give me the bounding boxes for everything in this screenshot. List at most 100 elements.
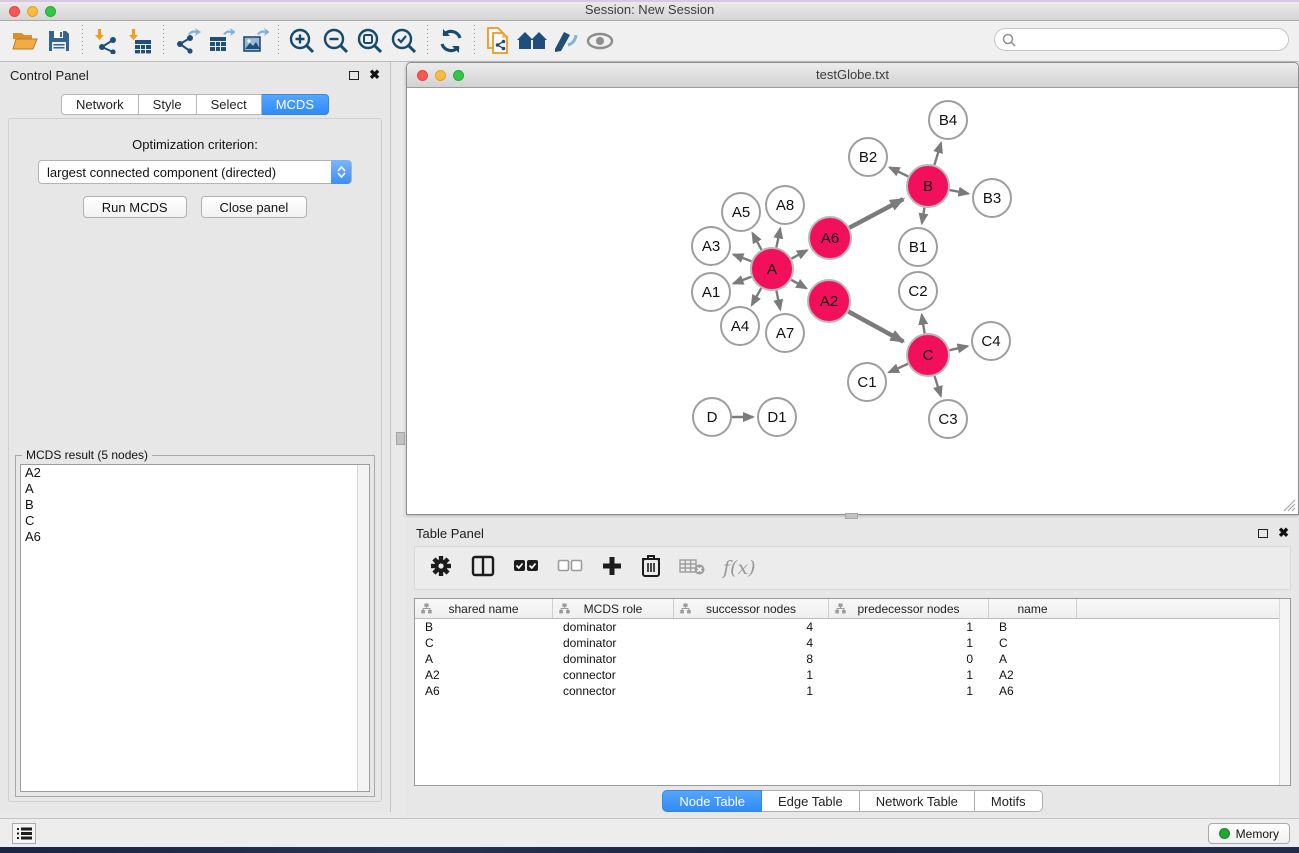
- node-C2[interactable]: C2: [899, 272, 937, 310]
- result-item[interactable]: C: [21, 513, 369, 529]
- node-A8[interactable]: A8: [766, 186, 804, 224]
- node-B1[interactable]: B1: [899, 228, 937, 266]
- edge-A2-C[interactable]: [848, 312, 903, 342]
- table-row[interactable]: Cdominator41C: [415, 635, 1290, 651]
- close-panel-button[interactable]: Close panel: [201, 196, 308, 218]
- edge-B-B2[interactable]: [890, 167, 909, 176]
- close-panel-icon[interactable]: ✖: [369, 70, 380, 80]
- close-window-button[interactable]: [9, 6, 20, 17]
- result-item[interactable]: B: [21, 497, 369, 513]
- refresh-icon[interactable]: [434, 24, 468, 58]
- panel-list-button[interactable]: [12, 823, 36, 844]
- float-panel-icon[interactable]: [349, 71, 359, 80]
- close-network-button[interactable]: [417, 70, 428, 81]
- edge-A6-B[interactable]: [849, 199, 903, 228]
- edge-C-C2[interactable]: [922, 315, 925, 334]
- resize-grip-icon[interactable]: [1283, 499, 1296, 512]
- node-C1[interactable]: C1: [848, 363, 886, 401]
- splitter-handle[interactable]: [845, 513, 858, 519]
- edge-C-C3[interactable]: [935, 376, 941, 396]
- result-item[interactable]: A: [21, 481, 369, 497]
- result-item[interactable]: A2: [21, 465, 369, 481]
- node-D1[interactable]: D1: [758, 398, 796, 436]
- import-network-icon[interactable]: [89, 24, 123, 58]
- minimize-window-button[interactable]: [27, 6, 38, 17]
- table-row[interactable]: A6connector11A6: [415, 683, 1290, 699]
- save-session-icon[interactable]: [42, 24, 76, 58]
- edge-C-C4[interactable]: [949, 346, 967, 350]
- network-window-titlebar[interactable]: testGlobe.txt: [407, 63, 1298, 88]
- tab-network-table[interactable]: Network Table: [860, 790, 975, 812]
- close-table-panel-icon[interactable]: ✖: [1278, 528, 1289, 538]
- edge-C-C1[interactable]: [889, 364, 908, 372]
- memory-button[interactable]: Memory: [1208, 823, 1290, 844]
- search-input[interactable]: [994, 28, 1289, 51]
- table-row[interactable]: A2connector11A2: [415, 667, 1290, 683]
- edge-B-B4[interactable]: [934, 143, 941, 165]
- node-A[interactable]: A: [751, 248, 793, 290]
- export-image-icon[interactable]: [238, 24, 272, 58]
- zoom-out-icon[interactable]: [319, 24, 353, 58]
- node-D[interactable]: D: [693, 398, 731, 436]
- result-scrollbar[interactable]: [357, 465, 369, 791]
- duplicate-network-icon[interactable]: [481, 24, 515, 58]
- graphics-details-icon[interactable]: [549, 24, 583, 58]
- tab-motifs[interactable]: Motifs: [975, 790, 1043, 812]
- select-all-icon[interactable]: [513, 559, 539, 578]
- minimize-network-button[interactable]: [435, 70, 446, 81]
- export-table-icon[interactable]: [204, 24, 238, 58]
- zoom-in-icon[interactable]: [285, 24, 319, 58]
- node-A4[interactable]: A4: [721, 307, 759, 345]
- mcds-result-list[interactable]: A2ABCA6: [20, 464, 370, 792]
- node-A7[interactable]: A7: [766, 314, 804, 352]
- import-table-icon[interactable]: [123, 24, 157, 58]
- tab-edge-table[interactable]: Edge Table: [762, 790, 860, 812]
- edge-A-A2[interactable]: [791, 280, 806, 289]
- column-header-predecessor-nodes[interactable]: predecessor nodes: [829, 599, 989, 618]
- table-row[interactable]: Bdominator41B: [415, 619, 1290, 635]
- run-mcds-button[interactable]: Run MCDS: [83, 196, 187, 218]
- table-settings-icon[interactable]: [429, 554, 453, 583]
- node-B2[interactable]: B2: [849, 138, 887, 176]
- export-network-icon[interactable]: [170, 24, 204, 58]
- node-table[interactable]: shared nameMCDS rolesuccessor nodesprede…: [414, 598, 1291, 786]
- edge-A-A7[interactable]: [776, 291, 780, 310]
- node-C[interactable]: C: [907, 334, 949, 376]
- node-B3[interactable]: B3: [973, 179, 1011, 217]
- node-A1[interactable]: A1: [692, 273, 730, 311]
- tab-mcds[interactable]: MCDS: [262, 94, 329, 115]
- tab-select[interactable]: Select: [197, 94, 262, 115]
- node-C4[interactable]: C4: [972, 322, 1010, 360]
- node-B4[interactable]: B4: [929, 101, 967, 139]
- edge-A-A6[interactable]: [791, 250, 807, 258]
- delete-column-icon[interactable]: [641, 554, 661, 582]
- column-header-name[interactable]: name: [989, 599, 1077, 618]
- node-A5[interactable]: A5: [722, 193, 760, 231]
- delete-table-icon[interactable]: [679, 557, 705, 580]
- edge-B-B1[interactable]: [922, 208, 925, 224]
- deselect-all-icon[interactable]: [557, 559, 583, 578]
- zoom-fit-icon[interactable]: [353, 24, 387, 58]
- tab-network[interactable]: Network: [61, 94, 139, 115]
- criterion-select[interactable]: largest connected component (directed): [38, 160, 352, 184]
- node-B[interactable]: B: [907, 165, 949, 207]
- edge-A-A3[interactable]: [733, 254, 751, 261]
- node-A3[interactable]: A3: [692, 227, 730, 265]
- node-A2[interactable]: A2: [808, 280, 850, 322]
- tab-style[interactable]: Style: [139, 94, 197, 115]
- tab-node-table[interactable]: Node Table: [662, 790, 762, 812]
- add-column-icon[interactable]: [601, 555, 623, 582]
- column-header-mcds-role[interactable]: MCDS role: [553, 599, 674, 618]
- home-layout-icon[interactable]: [515, 24, 549, 58]
- show-hide-icon[interactable]: [583, 24, 617, 58]
- zoom-network-button[interactable]: [453, 70, 464, 81]
- column-header-successor-nodes[interactable]: successor nodes: [674, 599, 829, 618]
- zoom-window-button[interactable]: [45, 6, 56, 17]
- column-header-shared-name[interactable]: shared name: [415, 599, 553, 618]
- zoom-selected-icon[interactable]: [387, 24, 421, 58]
- network-graph[interactable]: B4B2BB3A8A5A6A3B1AC2A1A2A4A7C4CC1C3DD1: [407, 88, 1298, 514]
- function-builder-icon[interactable]: f(x): [723, 557, 756, 579]
- edge-A-A1[interactable]: [733, 277, 751, 284]
- float-table-panel-icon[interactable]: [1258, 529, 1268, 538]
- node-C3[interactable]: C3: [929, 400, 967, 438]
